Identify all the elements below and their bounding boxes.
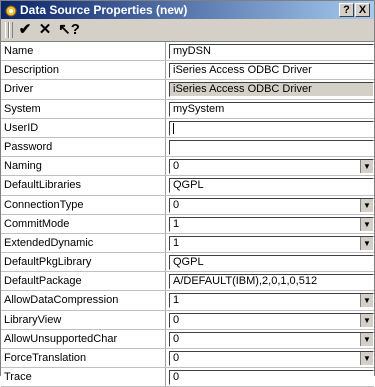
- toolbar: ✔ ✕ ↖?: [1, 19, 374, 42]
- title-bar[interactable]: Data Source Properties (new) ? X: [1, 1, 374, 19]
- property-label: ConnectionType: [1, 195, 166, 214]
- property-label: CommitMode: [1, 214, 166, 233]
- window-title: Data Source Properties (new): [20, 3, 188, 17]
- ok-check-icon[interactable]: ✔: [15, 21, 35, 39]
- close-title-button[interactable]: X: [355, 3, 370, 17]
- property-value: QGPL: [173, 179, 204, 192]
- property-row: System mySystem: [1, 99, 374, 119]
- property-value: iSeries Access ODBC Driver: [173, 83, 312, 96]
- dropdown-arrow-icon[interactable]: ▼: [360, 313, 373, 327]
- property-select[interactable]: 0 ▼: [169, 331, 374, 347]
- toolbar-grip: [9, 22, 13, 38]
- property-input[interactable]: mySystem: [169, 101, 374, 117]
- odbc-app-icon: [5, 4, 17, 17]
- dropdown-arrow-icon[interactable]: ▼: [360, 217, 373, 231]
- property-value: A/DEFAULT(IBM),2,0,1,0,512: [173, 275, 318, 288]
- property-row: UserID: [1, 118, 374, 138]
- property-label: Name: [1, 42, 166, 61]
- property-value: 0: [173, 352, 180, 364]
- property-label: DefaultPackage: [1, 272, 166, 291]
- property-row: AllowDataCompression 1 ▼: [1, 291, 374, 311]
- property-label: AllowDataCompression: [1, 291, 166, 310]
- property-row: Trace 0: [1, 368, 374, 387]
- dropdown-arrow-icon[interactable]: ▼: [360, 352, 373, 365]
- cancel-x-icon[interactable]: ✕: [35, 21, 55, 39]
- dropdown-arrow-icon[interactable]: ▼: [360, 160, 373, 174]
- property-row: Name myDSN: [1, 42, 374, 62]
- property-label: Naming: [1, 157, 166, 176]
- property-input[interactable]: A/DEFAULT(IBM),2,0,1,0,512: [169, 274, 374, 290]
- property-select[interactable]: 0 ▼: [169, 197, 374, 213]
- property-input[interactable]: 0: [169, 370, 374, 386]
- property-label: Trace: [1, 368, 166, 387]
- property-value: iSeries Access ODBC Driver: [173, 64, 312, 77]
- help-title-button[interactable]: ?: [339, 3, 354, 17]
- property-input[interactable]: myDSN: [169, 44, 374, 59]
- text-cursor: [173, 122, 174, 134]
- property-value: mySystem: [173, 102, 225, 115]
- property-value: 0: [173, 313, 180, 326]
- property-row: Driver iSeries Access ODBC Driver: [1, 80, 374, 100]
- property-row: DefaultPkgLibrary QGPL: [1, 253, 374, 273]
- property-input[interactable]: QGPL: [169, 255, 374, 271]
- property-select[interactable]: 1 ▼: [169, 235, 374, 251]
- property-row: Description iSeries Access ODBC Driver: [1, 61, 374, 81]
- property-row: Naming 0 ▼: [1, 157, 374, 177]
- property-row: LibraryView 0 ▼: [1, 310, 374, 330]
- property-label: AllowUnsupportedChar: [1, 329, 166, 348]
- property-input[interactable]: iSeries Access ODBC Driver: [169, 63, 374, 79]
- property-label: Description: [1, 61, 166, 80]
- property-row: CommitMode 1 ▼: [1, 214, 374, 234]
- property-row: DefaultLibraries QGPL: [1, 176, 374, 196]
- property-value: 0: [173, 371, 180, 384]
- property-label: ExtendedDynamic: [1, 233, 166, 253]
- property-select[interactable]: 0 ▼: [169, 159, 374, 175]
- dropdown-arrow-icon[interactable]: ▼: [360, 236, 373, 250]
- property-input: iSeries Access ODBC Driver: [169, 82, 374, 98]
- property-row: DefaultPackage A/DEFAULT(IBM),2,0,1,0,512: [1, 272, 374, 292]
- dropdown-arrow-icon[interactable]: ▼: [360, 198, 373, 212]
- property-label: Driver: [1, 80, 166, 99]
- property-value: 1: [173, 217, 180, 230]
- property-row: ConnectionType 0 ▼: [1, 195, 374, 215]
- property-select[interactable]: 1 ▼: [169, 216, 374, 232]
- context-help-icon[interactable]: ↖?: [56, 21, 82, 39]
- property-value: 0: [173, 198, 180, 211]
- property-select[interactable]: 0 ▼: [169, 351, 374, 366]
- property-value: 0: [173, 332, 180, 345]
- property-value: 1: [173, 236, 180, 249]
- property-value: 0: [173, 160, 180, 173]
- property-label: DefaultLibraries: [1, 176, 166, 195]
- property-grid: Name myDSN Description iSeries Access ODBC …: [1, 42, 374, 387]
- dropdown-arrow-icon[interactable]: ▼: [360, 294, 373, 308]
- dropdown-arrow-icon[interactable]: ▼: [360, 332, 373, 346]
- property-row: AllowUnsupportedChar 0 ▼: [1, 329, 374, 349]
- property-input[interactable]: [169, 139, 374, 155]
- property-label: Password: [1, 137, 166, 157]
- property-input[interactable]: [169, 120, 374, 136]
- property-input[interactable]: QGPL: [169, 178, 374, 194]
- property-select[interactable]: 1 ▼: [169, 293, 374, 309]
- property-label: DefaultPkgLibrary: [1, 253, 166, 272]
- property-row: ForceTranslation 0 ▼: [1, 349, 374, 369]
- property-label: ForceTranslation: [1, 349, 166, 368]
- property-label: System: [1, 99, 166, 118]
- property-label: UserID: [1, 118, 166, 137]
- property-value: QGPL: [173, 256, 204, 269]
- property-value: 1: [173, 294, 180, 307]
- property-row: ExtendedDynamic 1 ▼: [1, 233, 374, 254]
- property-value: myDSN: [173, 45, 211, 57]
- property-row: Password: [1, 137, 374, 158]
- data-source-properties-window: Data Source Properties (new) ? X ✔ ✕ ↖? …: [0, 0, 375, 387]
- property-select[interactable]: 0 ▼: [169, 312, 374, 328]
- property-label: LibraryView: [1, 310, 166, 329]
